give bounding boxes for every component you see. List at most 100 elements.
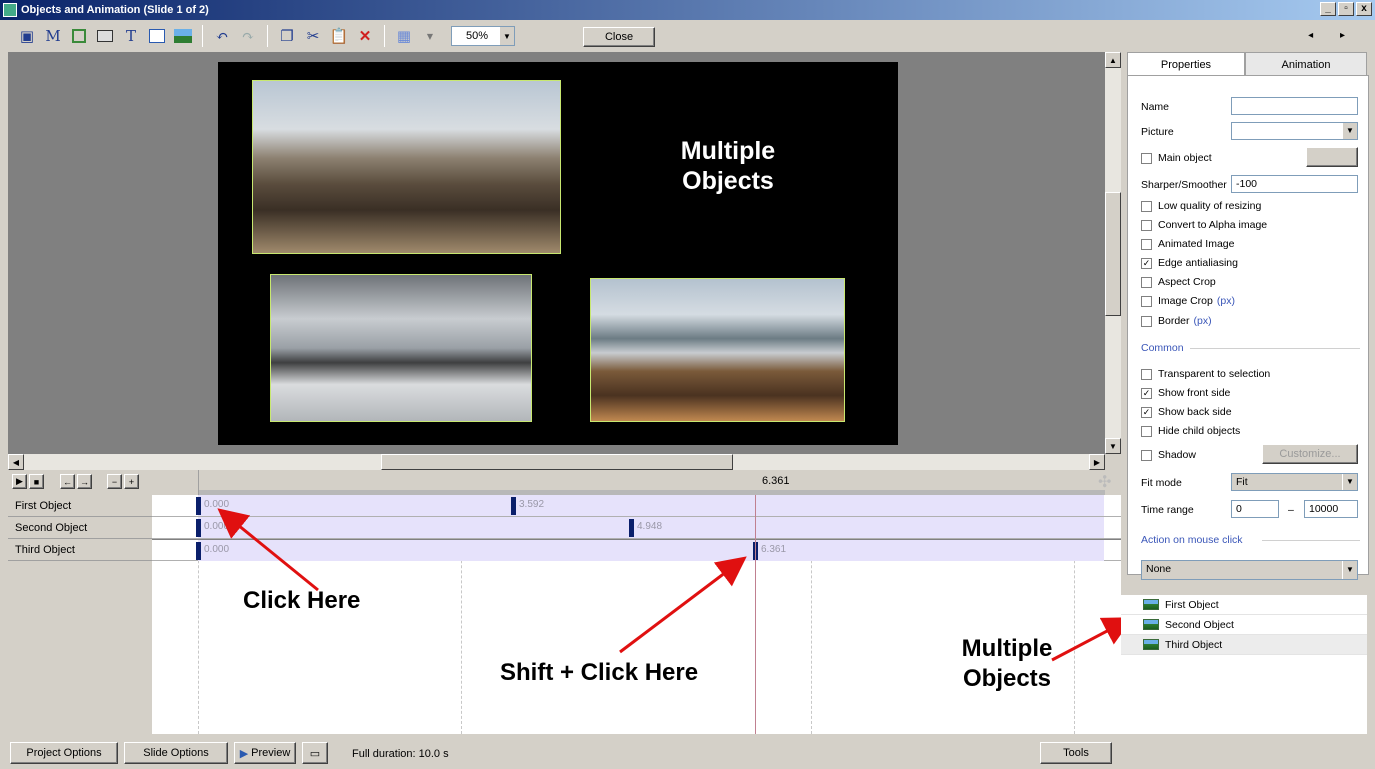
frame-icon[interactable] bbox=[66, 25, 92, 47]
list-item-third-object[interactable]: Third Object bbox=[1121, 635, 1367, 655]
restore-button[interactable]: ▫ bbox=[1338, 2, 1354, 16]
name-input[interactable] bbox=[1231, 97, 1358, 115]
third-object-image[interactable] bbox=[590, 278, 845, 422]
transparent-selection-checkbox[interactable]: Transparent to selection bbox=[1141, 368, 1270, 380]
keyframe[interactable] bbox=[196, 497, 201, 515]
time-range-to-input[interactable]: 10000 bbox=[1304, 500, 1358, 518]
keyframe[interactable] bbox=[511, 497, 516, 515]
vertical-scroll-thumb[interactable] bbox=[1105, 192, 1121, 316]
checkbox-icon bbox=[1141, 200, 1152, 212]
scroll-down-icon[interactable]: ▼ bbox=[1105, 438, 1121, 454]
track-second-object[interactable]: 0.000 4.948 bbox=[152, 517, 1121, 539]
remove-keyframe-icon[interactable]: − bbox=[107, 474, 122, 489]
paste-icon[interactable]: 📋 bbox=[326, 25, 352, 47]
time-range-from-input[interactable]: 0 bbox=[1231, 500, 1279, 518]
show-front-side-checkbox[interactable]: ✓ Show front side bbox=[1141, 387, 1230, 399]
animated-image-checkbox[interactable]: Animated Image bbox=[1141, 238, 1234, 250]
tools-button[interactable]: Tools bbox=[1040, 742, 1112, 764]
image-icon bbox=[1143, 599, 1159, 610]
timeline-ruler[interactable]: 6.361 bbox=[198, 470, 1105, 495]
screen-icon[interactable]: ▭ bbox=[302, 742, 328, 764]
shadow-checkbox[interactable]: Shadow bbox=[1141, 449, 1196, 461]
scroll-right-icon[interactable]: ▶ bbox=[1089, 454, 1105, 470]
timeline-label-third-object[interactable]: Third Object bbox=[8, 539, 152, 561]
image-crop-checkbox[interactable]: Image Crop (px) bbox=[1141, 295, 1235, 307]
name-label: Name bbox=[1141, 101, 1170, 113]
vertical-scrollbar[interactable]: ▲ ▼ bbox=[1105, 52, 1121, 454]
preview-button[interactable]: ▶ Preview bbox=[234, 742, 296, 764]
slide-options-button[interactable]: Slide Options bbox=[124, 742, 228, 764]
show-back-side-checkbox[interactable]: ✓ Show back side bbox=[1141, 406, 1232, 418]
sharper-input[interactable]: -100 bbox=[1231, 175, 1358, 193]
timeline-cursor[interactable] bbox=[755, 495, 756, 734]
delete-icon[interactable]: ✕ bbox=[352, 25, 378, 47]
timeline-label-second-object[interactable]: Second Object bbox=[8, 517, 152, 539]
camera-icon[interactable]: ▣ bbox=[14, 25, 40, 47]
move-icon[interactable]: ✣ bbox=[1098, 472, 1111, 492]
redo-icon[interactable]: ↷ bbox=[235, 25, 261, 47]
hide-child-objects-checkbox[interactable]: Hide child objects bbox=[1141, 425, 1240, 437]
time-range-label: Time range bbox=[1141, 504, 1194, 516]
undo-icon[interactable]: ↶ bbox=[209, 25, 235, 47]
next-keyframe-icon[interactable]: → bbox=[77, 474, 92, 489]
cut-icon[interactable]: ✂ bbox=[300, 25, 326, 47]
slide-stage[interactable]: Multiple Objects bbox=[8, 52, 1105, 454]
horizontal-scroll-thumb[interactable] bbox=[381, 454, 733, 470]
picture-select[interactable]: ▼ bbox=[1231, 122, 1358, 140]
main-object-button[interactable] bbox=[1306, 147, 1358, 167]
scroll-up-icon[interactable]: ▲ bbox=[1105, 52, 1121, 68]
keyframe[interactable] bbox=[196, 519, 201, 537]
alpha-image-checkbox[interactable]: Convert to Alpha image bbox=[1141, 219, 1267, 231]
rectangle-icon[interactable] bbox=[144, 25, 170, 47]
toolbar: ▣ M T ↶ ↷ ❐ ✂ 📋 ✕ ▦ ▼ 50% ▼ bbox=[0, 20, 1375, 52]
aspect-crop-checkbox[interactable]: Aspect Crop bbox=[1141, 276, 1216, 288]
text-icon[interactable]: T bbox=[118, 25, 144, 47]
checkbox-icon bbox=[1141, 219, 1152, 231]
zoom-select[interactable]: 50% ▼ bbox=[451, 26, 515, 46]
copy-icon[interactable]: ❐ bbox=[274, 25, 300, 47]
customize-button[interactable]: Customize... bbox=[1262, 444, 1358, 464]
slide-canvas[interactable]: Multiple Objects bbox=[218, 62, 898, 445]
prev-keyframe-icon[interactable]: ← bbox=[60, 474, 75, 489]
mask-icon[interactable]: M bbox=[40, 25, 66, 47]
list-item-first-object[interactable]: First Object bbox=[1121, 595, 1367, 615]
picture-label: Picture bbox=[1141, 126, 1174, 138]
bottom-bar: Project Options Slide Options ▶ Preview … bbox=[0, 734, 1375, 769]
timeline-label-first-object[interactable]: First Object bbox=[8, 495, 152, 517]
play-icon[interactable]: ▶ bbox=[12, 474, 27, 489]
keyframe[interactable] bbox=[629, 519, 634, 537]
slide-title-text[interactable]: Multiple Objects bbox=[638, 136, 818, 196]
low-quality-checkbox[interactable]: Low quality of resizing bbox=[1141, 200, 1261, 212]
slide-nav-arrows[interactable]: ◂ ▸ bbox=[1308, 30, 1357, 41]
chevron-down-icon: ▼ bbox=[1342, 123, 1357, 139]
edge-antialiasing-checkbox[interactable]: ✓ Edge antialiasing bbox=[1141, 257, 1238, 269]
stop-icon[interactable]: ■ bbox=[29, 474, 44, 489]
image-icon[interactable] bbox=[170, 25, 196, 47]
scroll-left-icon[interactable]: ◀ bbox=[8, 454, 24, 470]
close-window-button[interactable]: x bbox=[1356, 2, 1372, 16]
chevron-down-icon: ▼ bbox=[1342, 474, 1357, 490]
minimize-button[interactable]: _ bbox=[1320, 2, 1336, 16]
track-third-object[interactable]: 0.000 6.361 bbox=[152, 539, 1121, 561]
grid-icon[interactable]: ▦ bbox=[391, 25, 417, 47]
first-object-image[interactable] bbox=[252, 80, 561, 254]
fit-mode-select[interactable]: Fit ▼ bbox=[1231, 473, 1358, 491]
main-object-checkbox[interactable]: Main object bbox=[1141, 152, 1212, 164]
list-item-second-object[interactable]: Second Object bbox=[1121, 615, 1367, 635]
grid-dropdown-icon[interactable]: ▼ bbox=[417, 25, 443, 47]
project-options-button[interactable]: Project Options bbox=[10, 742, 118, 764]
checkbox-icon bbox=[1141, 315, 1152, 327]
shift-click-annotation: Shift + Click Here bbox=[500, 659, 699, 686]
close-button[interactable]: Close bbox=[583, 27, 655, 47]
border-checkbox[interactable]: Border (px) bbox=[1141, 315, 1212, 327]
time-range-dash: – bbox=[1288, 504, 1294, 516]
add-keyframe-icon[interactable]: + bbox=[124, 474, 139, 489]
tab-animation[interactable]: Animation bbox=[1245, 52, 1367, 76]
track-first-object[interactable]: 0.000 3.592 bbox=[152, 495, 1121, 517]
keyframe[interactable] bbox=[196, 542, 201, 560]
horizontal-scrollbar[interactable]: ◀ ▶ bbox=[8, 454, 1105, 470]
button-icon[interactable] bbox=[92, 25, 118, 47]
second-object-image[interactable] bbox=[270, 274, 532, 422]
action-select[interactable]: None ▼ bbox=[1141, 560, 1358, 580]
tab-properties[interactable]: Properties bbox=[1127, 52, 1245, 76]
